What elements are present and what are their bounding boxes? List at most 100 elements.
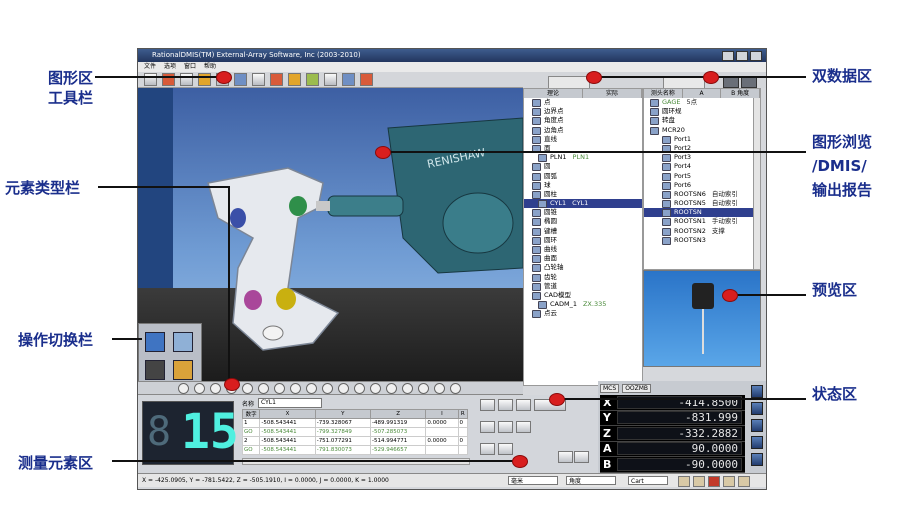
undo-icon[interactable] <box>498 399 513 411</box>
feature-item[interactable]: 管道 <box>524 282 642 291</box>
settings-icon[interactable] <box>360 73 373 86</box>
probe-touch-icon[interactable] <box>480 421 495 433</box>
menu-window[interactable]: 窗口 <box>184 62 196 72</box>
probe-item[interactable]: ROOTSN <box>644 208 760 218</box>
probe-item[interactable]: Port1 <box>644 135 760 144</box>
plane-type-icon[interactable] <box>210 382 221 394</box>
feature-item[interactable]: 圆弧 <box>524 172 642 181</box>
probe-item[interactable]: GAGE 5点 <box>644 98 760 107</box>
coord-mode-select[interactable]: Cart <box>628 476 668 485</box>
measure-mode-icon[interactable] <box>145 332 165 352</box>
probe-mode-icon[interactable] <box>145 360 165 380</box>
ellipse-type-icon[interactable] <box>306 382 317 394</box>
cylinder-type-icon[interactable] <box>274 382 285 394</box>
probe-item[interactable]: 圆环规 <box>644 107 760 117</box>
point-type-icon[interactable] <box>178 382 189 394</box>
sphere-type-icon[interactable] <box>258 382 269 394</box>
tolerance-mode-icon[interactable] <box>173 360 193 380</box>
probe-item[interactable]: ROOTSN3 <box>644 236 760 245</box>
add-point-icon[interactable] <box>498 421 513 433</box>
next-icon[interactable] <box>574 451 589 463</box>
feature-item[interactable]: 键槽 <box>524 227 642 236</box>
zoom-icon[interactable] <box>198 73 211 86</box>
probe-item[interactable]: Port6 <box>644 181 760 190</box>
graphics-area[interactable]: RENISHAW <box>138 88 523 381</box>
camera-icon[interactable] <box>516 399 531 411</box>
feature-item[interactable]: CAD模型 <box>524 291 642 300</box>
feature-item[interactable]: 角度点 <box>524 116 642 126</box>
slot-type-icon[interactable] <box>322 382 333 394</box>
angle-select[interactable]: 角度 <box>566 476 616 485</box>
machine-coord-tab[interactable]: MCS <box>600 384 620 393</box>
feature-item[interactable]: 圆环 <box>524 236 642 245</box>
move-icon[interactable] <box>480 443 495 455</box>
tab-features[interactable] <box>548 76 590 88</box>
probe-item[interactable]: ROOTSN1 手动索引 <box>644 217 760 227</box>
feature-item[interactable]: 凸轮轴 <box>524 263 642 273</box>
cone-type-icon[interactable] <box>290 382 301 394</box>
feature-item[interactable]: 齿轮 <box>524 273 642 282</box>
axes-icon[interactable] <box>252 73 265 86</box>
status-side-button-3[interactable] <box>751 419 763 432</box>
feature-item[interactable]: 圆锥 <box>524 208 642 218</box>
feature-item[interactable]: 球 <box>524 181 642 190</box>
wireframe-icon[interactable] <box>306 73 319 86</box>
status-side-button-2[interactable] <box>751 402 763 415</box>
gear-type-icon[interactable] <box>402 382 413 394</box>
feature-item[interactable]: PLN1 PLN1 <box>524 153 642 163</box>
status-icon-2[interactable] <box>693 476 705 487</box>
probe-item[interactable]: ROOTSN6 自动索引 <box>644 190 760 199</box>
pan-icon[interactable] <box>180 73 193 86</box>
menu-file[interactable]: 文件 <box>144 62 156 72</box>
run-icon[interactable] <box>558 451 573 463</box>
close-button[interactable] <box>750 51 762 61</box>
table-row[interactable]: 2 -508.543441 -751.077291 -514.994771 0.0000… <box>241 436 469 446</box>
feature-item[interactable]: 直线 <box>524 135 642 144</box>
view-front-icon[interactable] <box>234 73 247 86</box>
status-icon-1[interactable] <box>678 476 690 487</box>
shade-icon[interactable] <box>288 73 301 86</box>
clip-icon[interactable] <box>324 73 337 86</box>
feature-item[interactable]: CYL1 CYL1 <box>524 199 642 209</box>
feature-item[interactable]: 曲线 <box>524 245 642 254</box>
calc-icon[interactable] <box>498 443 513 455</box>
status-icon-4[interactable] <box>723 476 735 487</box>
table-row[interactable]: 1 -508.543441 -739.328067 -489.991319 0.0000… <box>241 418 469 428</box>
minimize-button[interactable] <box>722 51 734 61</box>
torus-type-icon[interactable] <box>338 382 349 394</box>
feature-item[interactable]: CADM_1 ZX.335 <box>524 300 642 310</box>
maximize-button[interactable] <box>736 51 748 61</box>
arc-type-icon[interactable] <box>242 382 253 394</box>
curve-type-icon[interactable] <box>354 382 365 394</box>
mode-tab[interactable]: OOZMB <box>622 384 652 393</box>
probe-item[interactable]: 转盘 <box>644 116 760 126</box>
construct-mode-icon[interactable] <box>173 332 193 352</box>
unit-select[interactable]: 毫米 <box>508 476 558 485</box>
menu-options[interactable]: 选项 <box>164 62 176 72</box>
probe-item[interactable]: Port3 <box>644 153 760 163</box>
status-side-button-4[interactable] <box>751 436 763 449</box>
feature-item[interactable]: 曲面 <box>524 254 642 264</box>
feature-item[interactable]: 圆柱 <box>524 190 642 199</box>
table-row[interactable]: GO -508.543441 -791.830073 -529.946657 <box>241 445 469 455</box>
line-type-icon[interactable] <box>194 382 205 394</box>
measure-icon[interactable] <box>516 421 531 433</box>
feature-item[interactable]: 边界点 <box>524 107 642 117</box>
delete-point-icon[interactable] <box>480 399 495 411</box>
probe-item[interactable]: Port4 <box>644 162 760 172</box>
status-side-button-5[interactable] <box>751 453 763 466</box>
feature-item[interactable]: 圆 <box>524 162 642 172</box>
probe-item[interactable]: MCR20 <box>644 126 760 135</box>
feature-item[interactable]: 椭圆 <box>524 217 642 227</box>
status-icon-5[interactable] <box>738 476 750 487</box>
light-icon[interactable] <box>270 73 283 86</box>
vertical-scrollbar[interactable] <box>753 98 760 269</box>
feature-name-field[interactable]: CYL1 <box>258 398 323 408</box>
feature-item[interactable]: 点云 <box>524 309 642 319</box>
feature-item[interactable]: 点 <box>524 98 642 107</box>
cloud-type-icon[interactable] <box>450 382 461 394</box>
menu-help[interactable]: 帮助 <box>204 62 216 72</box>
view-fit-icon[interactable] <box>144 73 157 86</box>
probe-item[interactable]: ROOTSN5 自动索引 <box>644 199 760 209</box>
probe-item[interactable]: Port5 <box>644 172 760 181</box>
